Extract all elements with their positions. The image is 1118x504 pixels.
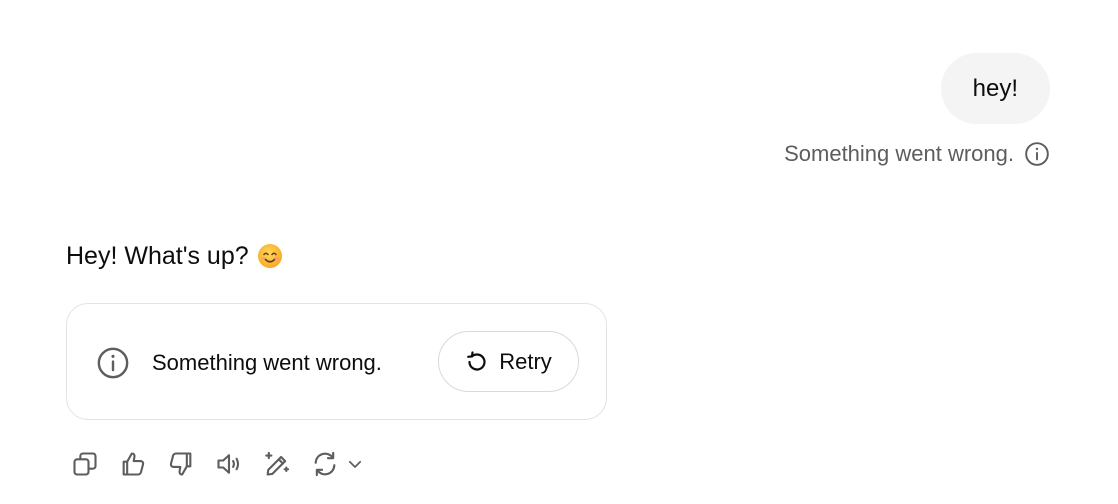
user-message-text: hey! bbox=[972, 74, 1018, 102]
info-icon bbox=[96, 346, 130, 380]
assistant-message-text: Hey! What's up? bbox=[66, 241, 249, 270]
user-message-error: Something went wrong. bbox=[784, 139, 1050, 169]
smiling-face-emoji bbox=[257, 243, 283, 269]
retry-button[interactable]: Retry bbox=[438, 331, 579, 392]
thumbs-down-icon[interactable] bbox=[164, 447, 198, 481]
edit-sparkle-icon[interactable] bbox=[260, 447, 294, 481]
error-card: Something went wrong. Retry bbox=[66, 303, 607, 420]
chevron-down-icon[interactable] bbox=[338, 447, 372, 481]
read-aloud-icon[interactable] bbox=[212, 447, 246, 481]
thumbs-up-icon[interactable] bbox=[116, 447, 150, 481]
retry-label: Retry bbox=[499, 348, 552, 374]
retry-icon bbox=[465, 350, 489, 374]
regenerate-icon[interactable] bbox=[308, 447, 342, 481]
error-card-message: Something went wrong. bbox=[152, 350, 382, 375]
info-icon[interactable] bbox=[1024, 141, 1050, 167]
user-error-text: Something went wrong. bbox=[784, 141, 1014, 166]
user-message-bubble: hey! bbox=[940, 53, 1050, 124]
assistant-message: Hey! What's up? bbox=[66, 238, 283, 274]
copy-icon[interactable] bbox=[68, 447, 102, 481]
